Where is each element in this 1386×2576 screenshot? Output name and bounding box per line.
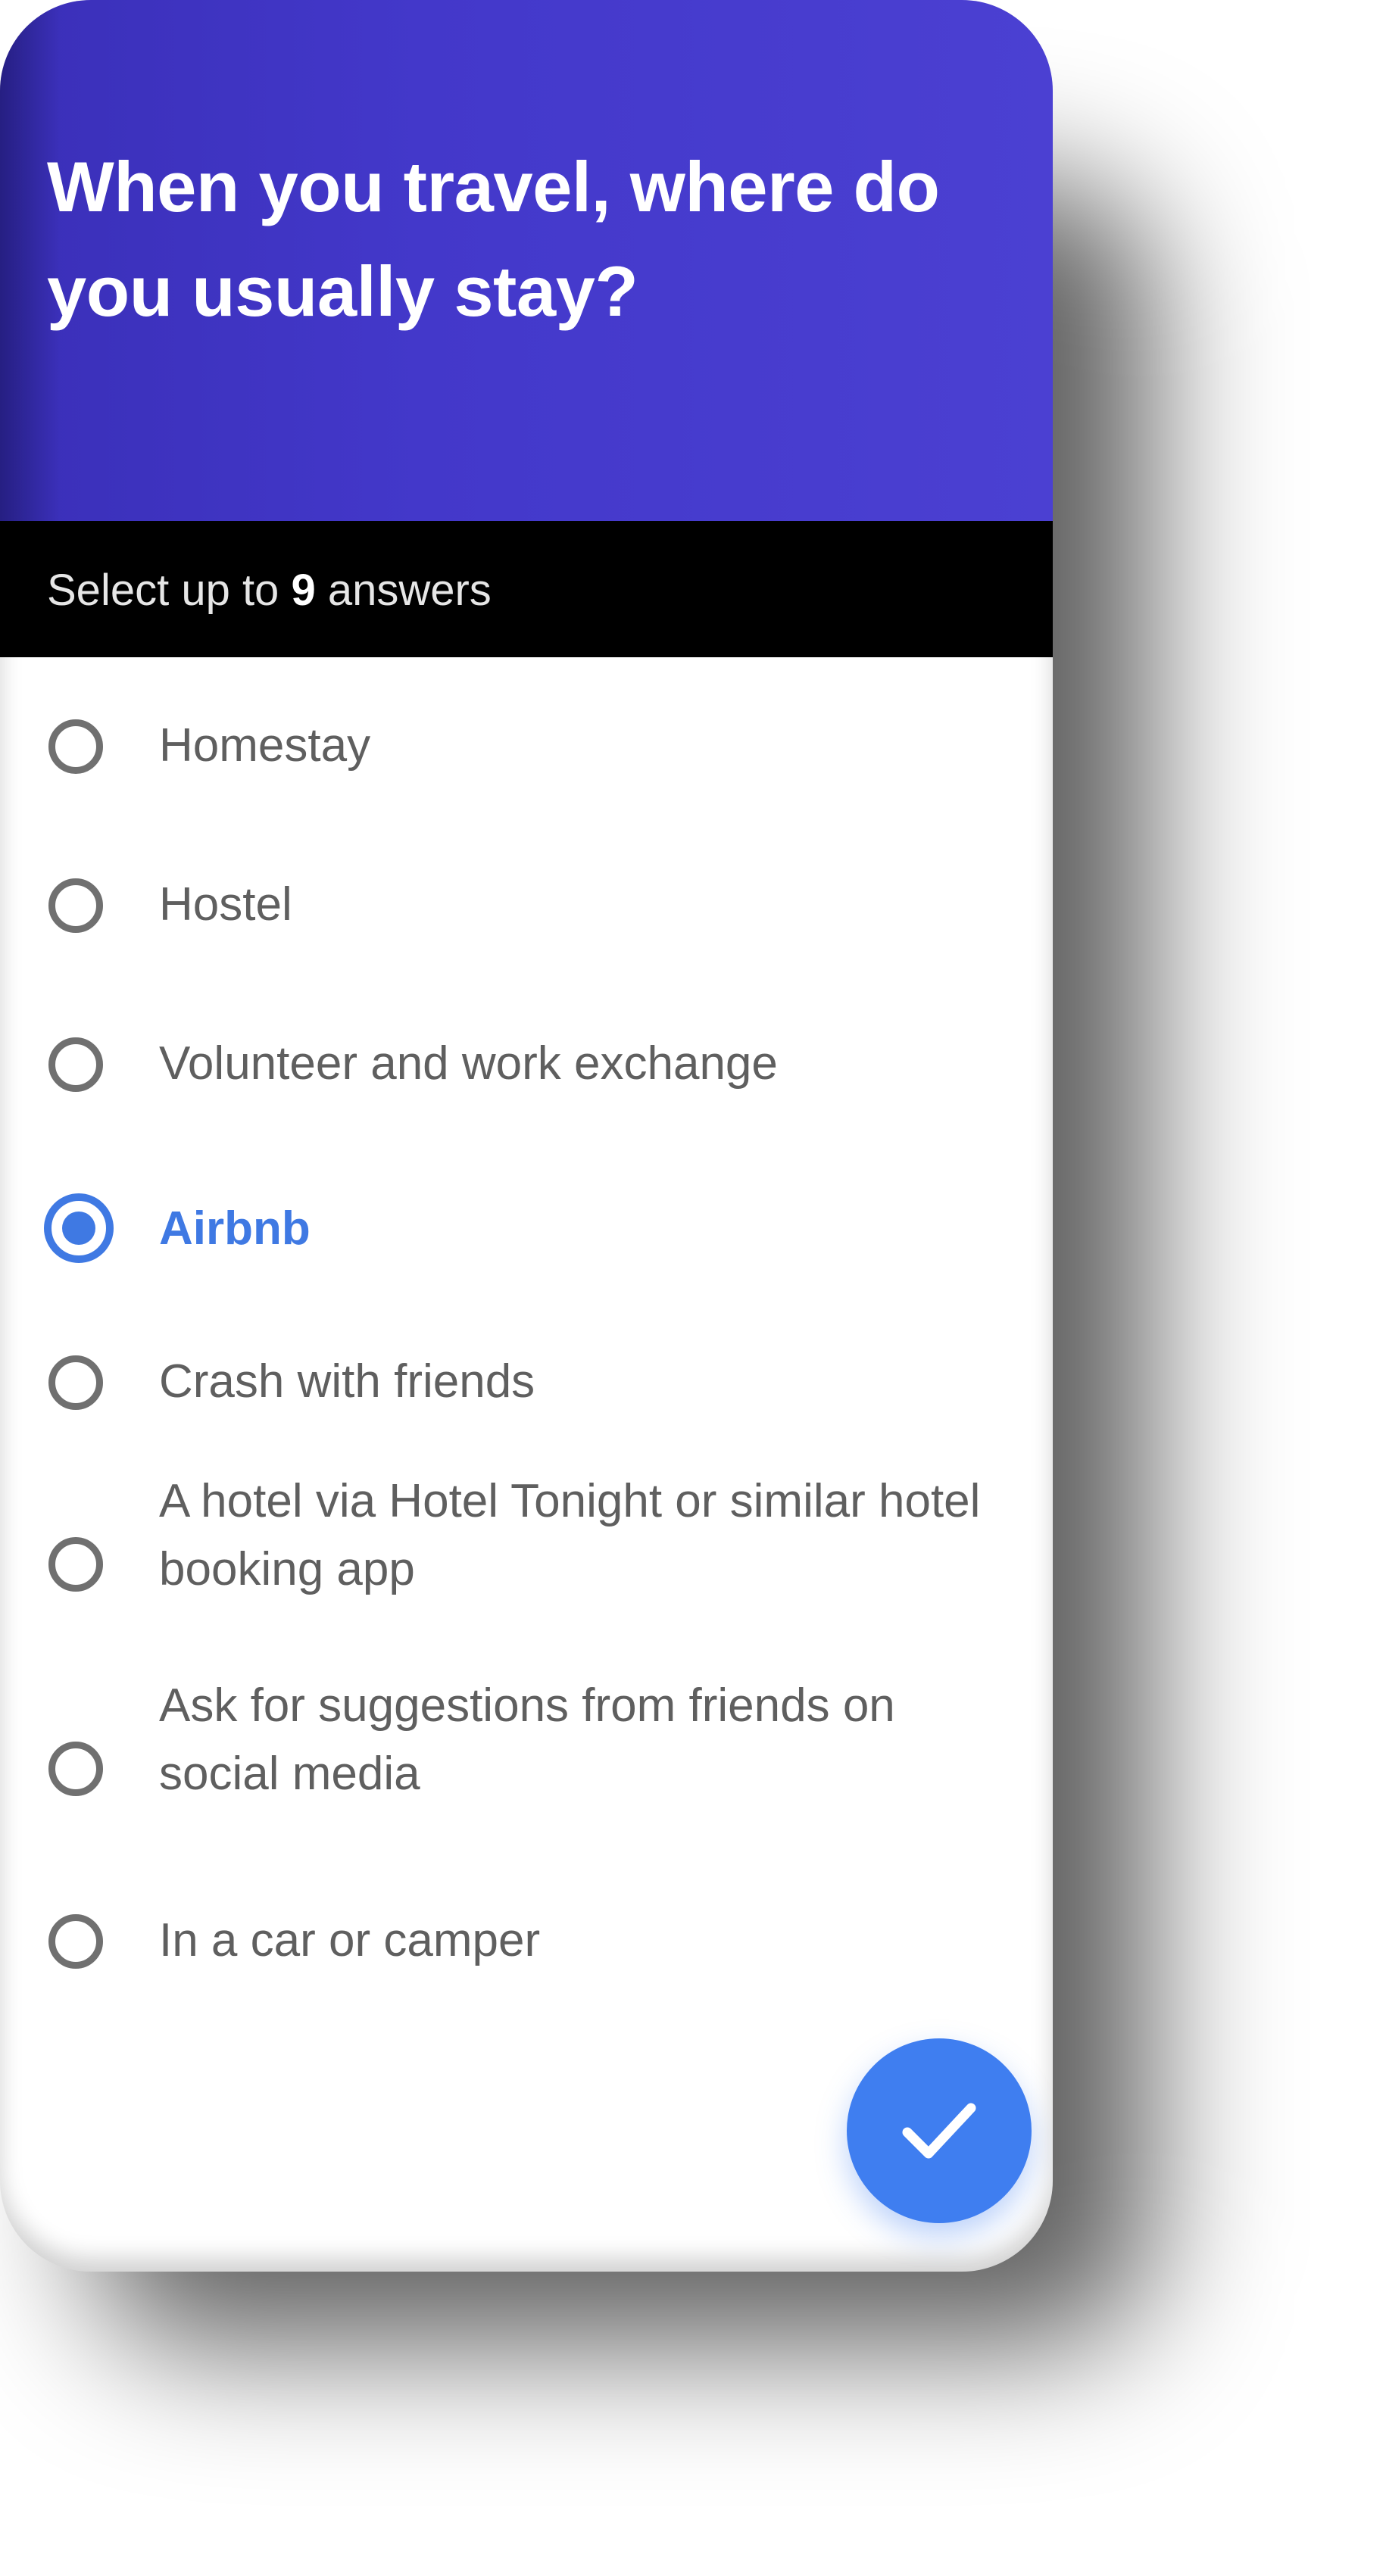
option-label: Homestay xyxy=(159,719,371,772)
instruction-prefix: Select up to xyxy=(47,566,279,615)
question-header: When you travel, where do you usually st… xyxy=(0,0,1053,521)
radio-unchecked-icon[interactable] xyxy=(48,1742,103,1796)
radio-unchecked-icon[interactable] xyxy=(48,1355,103,1410)
option-label: A hotel via Hotel Tonight or similar hot… xyxy=(159,1475,981,1595)
question-title: When you travel, where do you usually st… xyxy=(47,147,940,331)
instruction-bar: Select up to 9 answers xyxy=(0,521,1053,657)
answer-options-list: Homestay Hostel Volunteer and work excha… xyxy=(0,657,1053,2020)
radio-checked-icon[interactable] xyxy=(44,1193,114,1263)
check-icon xyxy=(902,2103,976,2159)
option-label: In a car or camper xyxy=(159,1914,541,1966)
radio-unchecked-icon[interactable] xyxy=(48,878,103,933)
screenshot-stage: When you travel, where do you usually st… xyxy=(0,0,1386,2576)
option-label: Hostel xyxy=(159,878,292,931)
instruction-text: Select up to 9 answers xyxy=(47,568,492,613)
radio-dot xyxy=(62,1212,95,1245)
phone-screen: When you travel, where do you usually st… xyxy=(0,0,1053,2272)
radio-unchecked-icon[interactable] xyxy=(48,1914,103,1969)
radio-unchecked-icon[interactable] xyxy=(48,1537,103,1592)
instruction-suffix: answers xyxy=(327,566,492,615)
option-label: Crash with friends xyxy=(159,1355,535,1408)
radio-unchecked-icon[interactable] xyxy=(48,719,103,774)
max-answers-count: 9 xyxy=(291,566,316,615)
option-label: Ask for suggestions from friends on soci… xyxy=(159,1679,895,1800)
radio-unchecked-icon[interactable] xyxy=(48,1037,103,1092)
submit-button[interactable] xyxy=(847,2038,1032,2223)
option-label: Volunteer and work exchange xyxy=(159,1037,778,1090)
option-label: Airbnb xyxy=(159,1202,311,1255)
